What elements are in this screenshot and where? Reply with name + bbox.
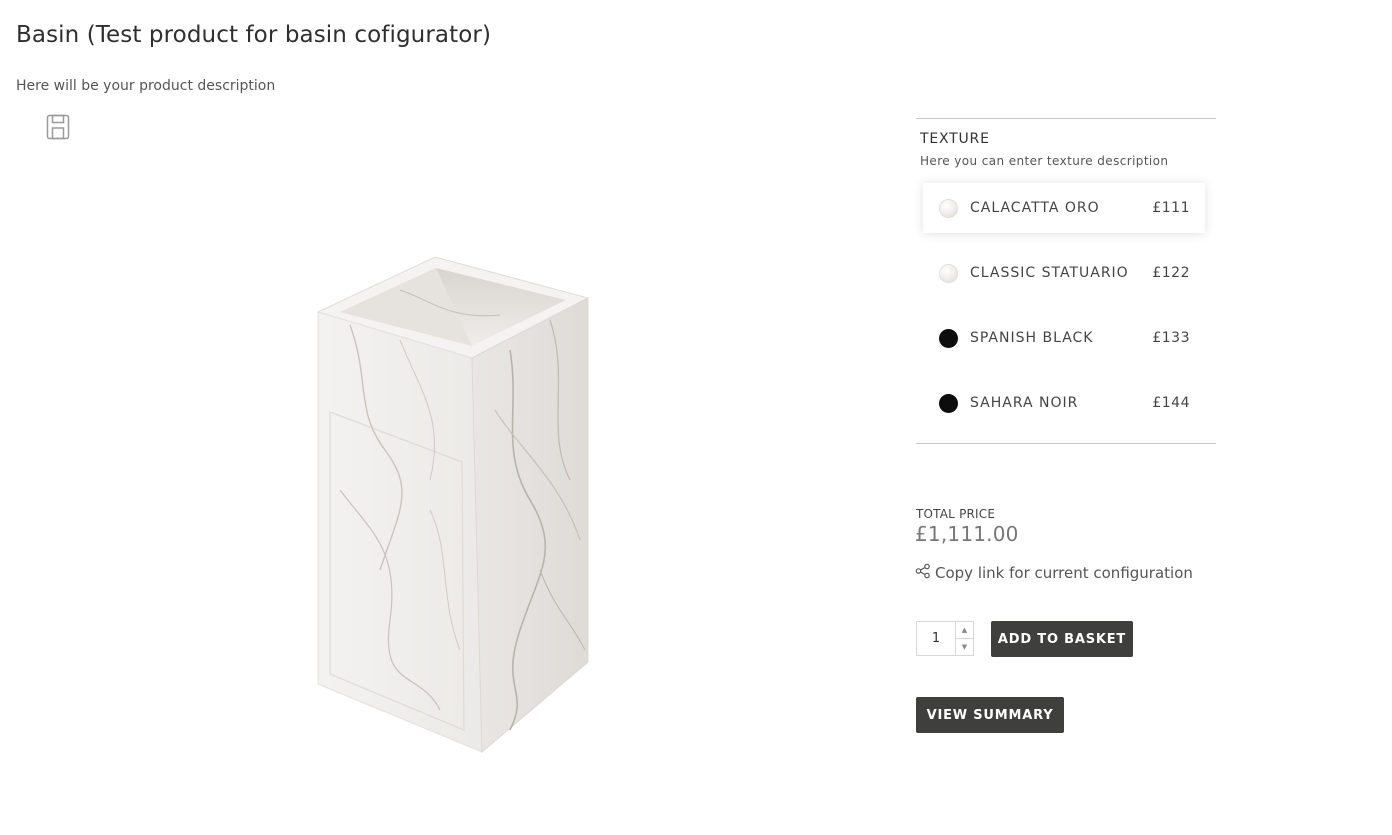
quantity-input[interactable] <box>917 622 955 655</box>
texture-option-label: SAHARA NOIR <box>970 395 1079 411</box>
quantity-decrease-button[interactable]: ▼ <box>956 638 973 655</box>
texture-option-spanish-black[interactable]: SPANISH BLACK £133 <box>923 313 1205 363</box>
product-3d-viewer[interactable] <box>100 150 820 810</box>
copy-link-button[interactable]: Copy link for current configuration <box>915 563 1193 583</box>
spanish-black-swatch <box>939 328 958 348</box>
total-price-label: TOTAL PRICE <box>916 507 996 521</box>
save-button[interactable] <box>44 114 72 144</box>
texture-option-price: £122 <box>1152 265 1190 281</box>
texture-option-sahara-noir[interactable]: SAHARA NOIR £144 <box>923 378 1205 428</box>
texture-option-label: CALACATTA ORO <box>970 200 1100 216</box>
texture-option-price: £111 <box>1152 200 1190 216</box>
quantity-increase-button[interactable]: ▲ <box>956 622 973 638</box>
texture-description: Here you can enter texture description <box>920 154 1169 168</box>
classic-statuario-swatch <box>939 263 958 283</box>
quantity-arrows: ▲ ▼ <box>955 622 973 655</box>
page-title: Basin (Test product for basin cofigurato… <box>16 22 492 48</box>
texture-option-label: SPANISH BLACK <box>970 330 1094 346</box>
divider-bottom <box>916 443 1216 444</box>
texture-option-label: CLASSIC STATUARIO <box>970 265 1129 281</box>
total-price-value: £1,111.00 <box>915 522 1019 546</box>
quantity-stepper[interactable]: ▲ ▼ <box>916 621 974 656</box>
texture-option-classic-statuario[interactable]: CLASSIC STATUARIO £122 <box>923 248 1205 298</box>
sahara-noir-swatch <box>939 393 958 413</box>
add-to-basket-button[interactable]: ADD TO BASKET <box>991 621 1133 657</box>
texture-heading: TEXTURE <box>920 131 990 147</box>
configurator-panel: TEXTURE Here you can enter texture descr… <box>916 118 1216 444</box>
texture-options: CALACATTA ORO £111 CLASSIC STATUARIO £12… <box>916 183 1216 428</box>
save-icon <box>46 114 70 144</box>
calacatta-oro-swatch <box>939 198 958 218</box>
texture-option-calacatta-oro[interactable]: CALACATTA ORO £111 <box>923 183 1205 233</box>
divider-top <box>916 118 1216 119</box>
product-description: Here will be your product description <box>16 78 276 94</box>
share-icon <box>915 563 935 583</box>
basin-render <box>316 256 590 754</box>
texture-option-price: £144 <box>1152 395 1190 411</box>
texture-option-price: £133 <box>1152 330 1190 346</box>
view-summary-button[interactable]: VIEW SUMMARY <box>916 697 1064 733</box>
copy-link-label: Copy link for current configuration <box>935 564 1193 582</box>
